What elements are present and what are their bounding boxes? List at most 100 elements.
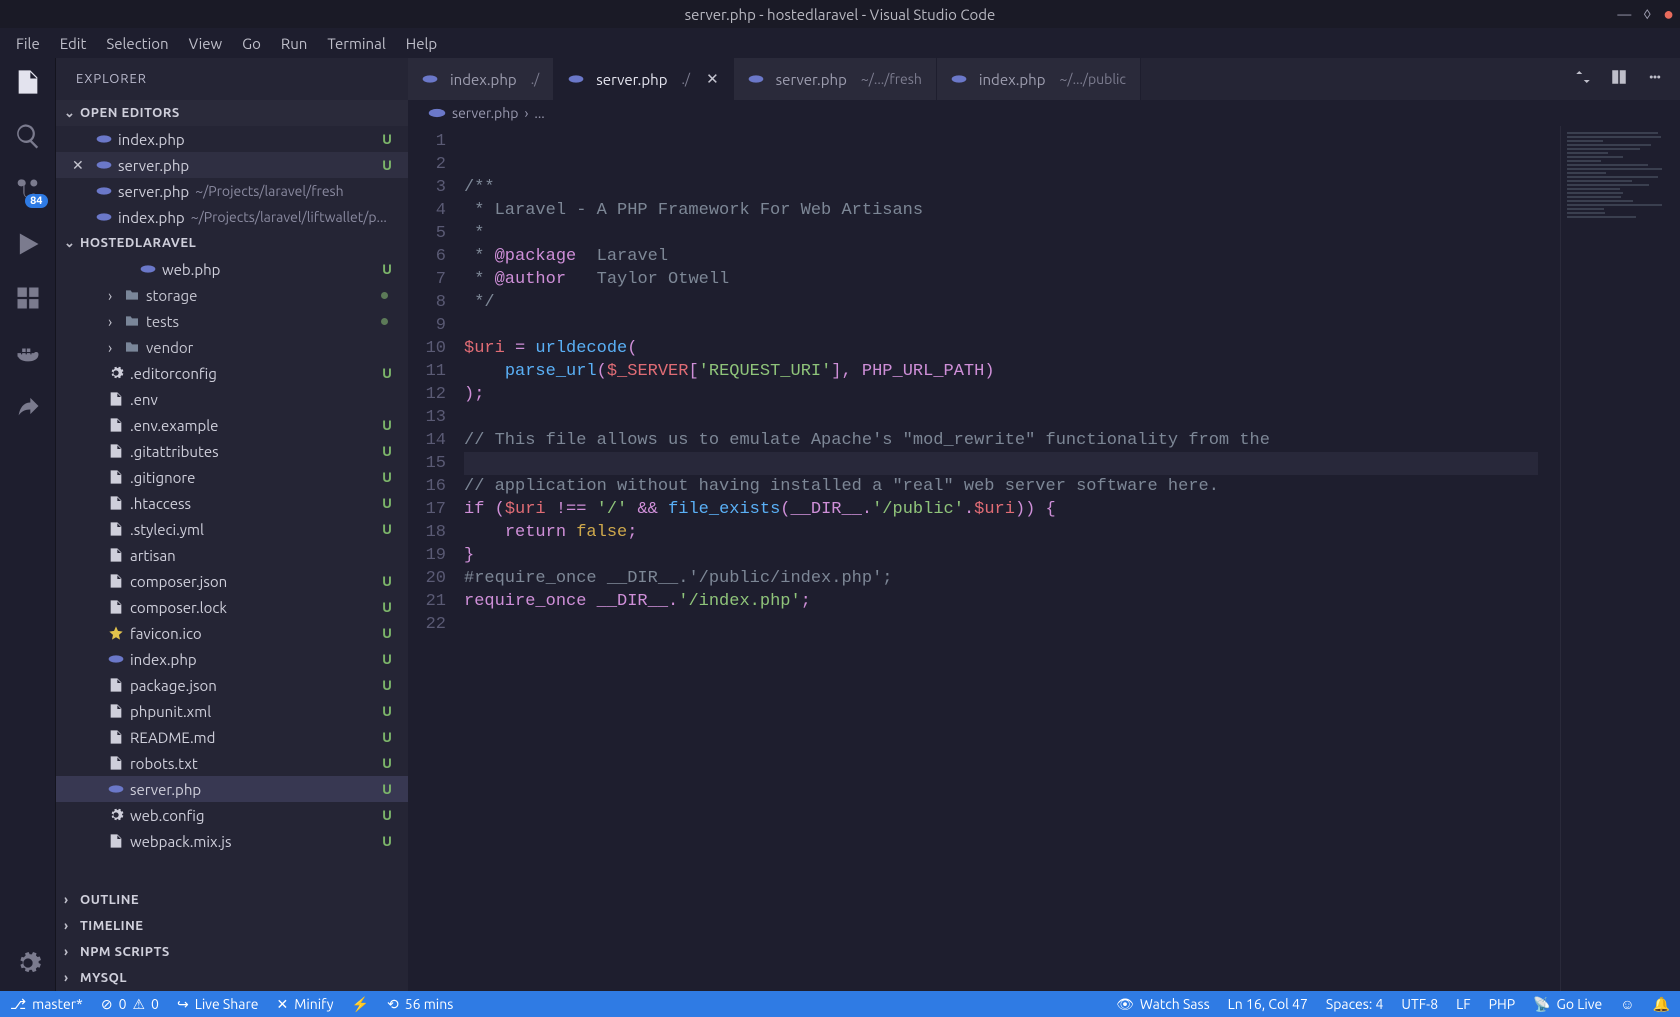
php-icon — [951, 72, 969, 86]
scm-badge: 84 — [25, 194, 47, 208]
folder-item[interactable]: ›tests — [56, 308, 408, 334]
problems-status[interactable]: ⊘ 0 ⚠ 0 — [101, 996, 159, 1013]
open-editor-item[interactable]: ✕server.phpU — [56, 152, 408, 178]
chevron-down-icon: ⌄ — [64, 106, 80, 121]
file-item[interactable]: composer.jsonU — [56, 568, 408, 594]
txt-icon — [108, 755, 130, 771]
open-editor-item[interactable]: index.phpU — [56, 126, 408, 152]
git-status: U — [382, 443, 392, 459]
live-share-status[interactable]: ↪ Live Share — [177, 996, 259, 1013]
close-icon[interactable]: ✕ — [72, 157, 90, 174]
file-item[interactable]: composer.lockU — [56, 594, 408, 620]
encoding-status[interactable]: UTF-8 — [1401, 996, 1438, 1012]
compare-icon[interactable] — [1574, 68, 1592, 90]
file-item[interactable]: server.phpU — [56, 776, 408, 802]
file-name: index.php — [118, 209, 185, 226]
file-item[interactable]: index.phpU — [56, 646, 408, 672]
menu-help[interactable]: Help — [398, 33, 445, 54]
minimap[interactable] — [1560, 126, 1680, 991]
file-item[interactable]: .editorconfigU — [56, 360, 408, 386]
folder-item[interactable]: ›vendor — [56, 334, 408, 360]
git-status: U — [382, 781, 392, 797]
timeline-header[interactable]: ›TIMELINE — [56, 913, 408, 939]
time-status[interactable]: ⟲ 56 mins — [387, 996, 453, 1013]
breadcrumb[interactable]: server.php › ... — [408, 100, 1680, 126]
split-editor-icon[interactable] — [1610, 68, 1628, 90]
open-editor-item[interactable]: server.php~/Projects/laravel/fresh — [56, 178, 408, 204]
file-item[interactable]: webpack.mix.jsU — [56, 828, 408, 854]
editor-tab[interactable]: index.php~/.../public — [937, 58, 1141, 100]
extensions-icon[interactable] — [14, 284, 42, 312]
folder-icon — [124, 339, 146, 355]
menu-run[interactable]: Run — [273, 33, 315, 54]
minimize-button[interactable]: — — [1617, 6, 1631, 22]
close-button[interactable]: ● — [1663, 4, 1674, 25]
open-editor-item[interactable]: index.php~/Projects/laravel/liftwallet/p… — [56, 204, 408, 230]
mysql-header[interactable]: ›MYSQL — [56, 965, 408, 991]
file-item[interactable]: package.jsonU — [56, 672, 408, 698]
menu-file[interactable]: File — [8, 33, 48, 54]
file-item[interactable]: web.phpU — [56, 256, 408, 282]
menubar: FileEditSelectionViewGoRunTerminalHelp — [0, 28, 1680, 58]
menu-terminal[interactable]: Terminal — [319, 33, 393, 54]
more-icon[interactable] — [1646, 68, 1664, 90]
file-item[interactable]: favicon.icoU — [56, 620, 408, 646]
settings-icon[interactable] — [14, 949, 42, 977]
run-icon[interactable] — [14, 230, 42, 258]
json-icon — [108, 599, 130, 615]
txt-icon — [108, 495, 130, 511]
php-icon — [96, 183, 118, 199]
file-item[interactable]: README.mdU — [56, 724, 408, 750]
env-icon — [108, 391, 130, 407]
chevron-right-icon: › — [64, 893, 80, 907]
menu-go[interactable]: Go — [234, 33, 269, 54]
outline-header[interactable]: ›OUTLINE — [56, 887, 408, 913]
code-editor[interactable]: 12345678910111213141516171819202122 /** … — [408, 126, 1680, 991]
git-status: U — [382, 729, 392, 745]
notifications-icon[interactable]: 🔔 — [1653, 996, 1670, 1013]
editor-tab[interactable]: server.php./✕ — [554, 58, 733, 100]
docker-icon[interactable] — [14, 338, 42, 366]
eol-status[interactable]: LF — [1456, 996, 1471, 1012]
file-item[interactable]: .env.exampleU — [56, 412, 408, 438]
close-icon[interactable]: ✕ — [706, 70, 719, 88]
editor-tab[interactable]: index.php./ — [408, 58, 554, 100]
cursor-position[interactable]: Ln 16, Col 47 — [1228, 996, 1308, 1012]
code-content[interactable]: /** * Laravel - A PHP Framework For Web … — [464, 126, 1560, 991]
project-header[interactable]: ⌄ HOSTEDLARAVEL — [56, 230, 408, 256]
file-item[interactable]: .env — [56, 386, 408, 412]
menu-edit[interactable]: Edit — [52, 33, 95, 54]
feedback-icon[interactable]: ☺ — [1620, 996, 1634, 1012]
editor-tab[interactable]: server.php~/.../fresh — [734, 58, 937, 100]
watch-sass-status[interactable]: 👁 Watch Sass — [1116, 996, 1210, 1013]
search-icon[interactable] — [14, 122, 42, 150]
source-control-icon[interactable]: 84 — [14, 176, 42, 204]
file-item[interactable]: web.configU — [56, 802, 408, 828]
file-name: tests — [146, 313, 179, 330]
git-status: U — [382, 755, 392, 771]
maximize-button[interactable]: ◊ — [1643, 6, 1651, 22]
menu-selection[interactable]: Selection — [98, 33, 176, 54]
folder-item[interactable]: ›storage — [56, 282, 408, 308]
file-item[interactable]: robots.txtU — [56, 750, 408, 776]
git-status: U — [382, 131, 392, 147]
branch-status[interactable]: ⎇ master* — [10, 996, 83, 1013]
file-item[interactable]: .gitignoreU — [56, 464, 408, 490]
file-item[interactable]: .styleci.ymlU — [56, 516, 408, 542]
file-name: artisan — [130, 547, 176, 564]
explorer-icon[interactable] — [14, 68, 42, 96]
file-item[interactable]: .htaccessU — [56, 490, 408, 516]
menu-view[interactable]: View — [181, 33, 231, 54]
npm-scripts-header[interactable]: ›NPM SCRIPTS — [56, 939, 408, 965]
minify-status[interactable]: ✕ Minify — [276, 996, 333, 1013]
indent-status[interactable]: Spaces: 4 — [1326, 996, 1384, 1012]
file-item[interactable]: artisan — [56, 542, 408, 568]
port-status[interactable]: ⚡ — [352, 996, 369, 1013]
file-item[interactable]: phpunit.xmlU — [56, 698, 408, 724]
language-status[interactable]: PHP — [1489, 996, 1516, 1012]
tab-title: server.php — [596, 71, 667, 88]
go-live-status[interactable]: 📡 Go Live — [1533, 996, 1602, 1013]
file-item[interactable]: .gitattributesU — [56, 438, 408, 464]
share-icon[interactable] — [14, 392, 42, 420]
open-editors-header[interactable]: ⌄ OPEN EDITORS — [56, 100, 408, 126]
